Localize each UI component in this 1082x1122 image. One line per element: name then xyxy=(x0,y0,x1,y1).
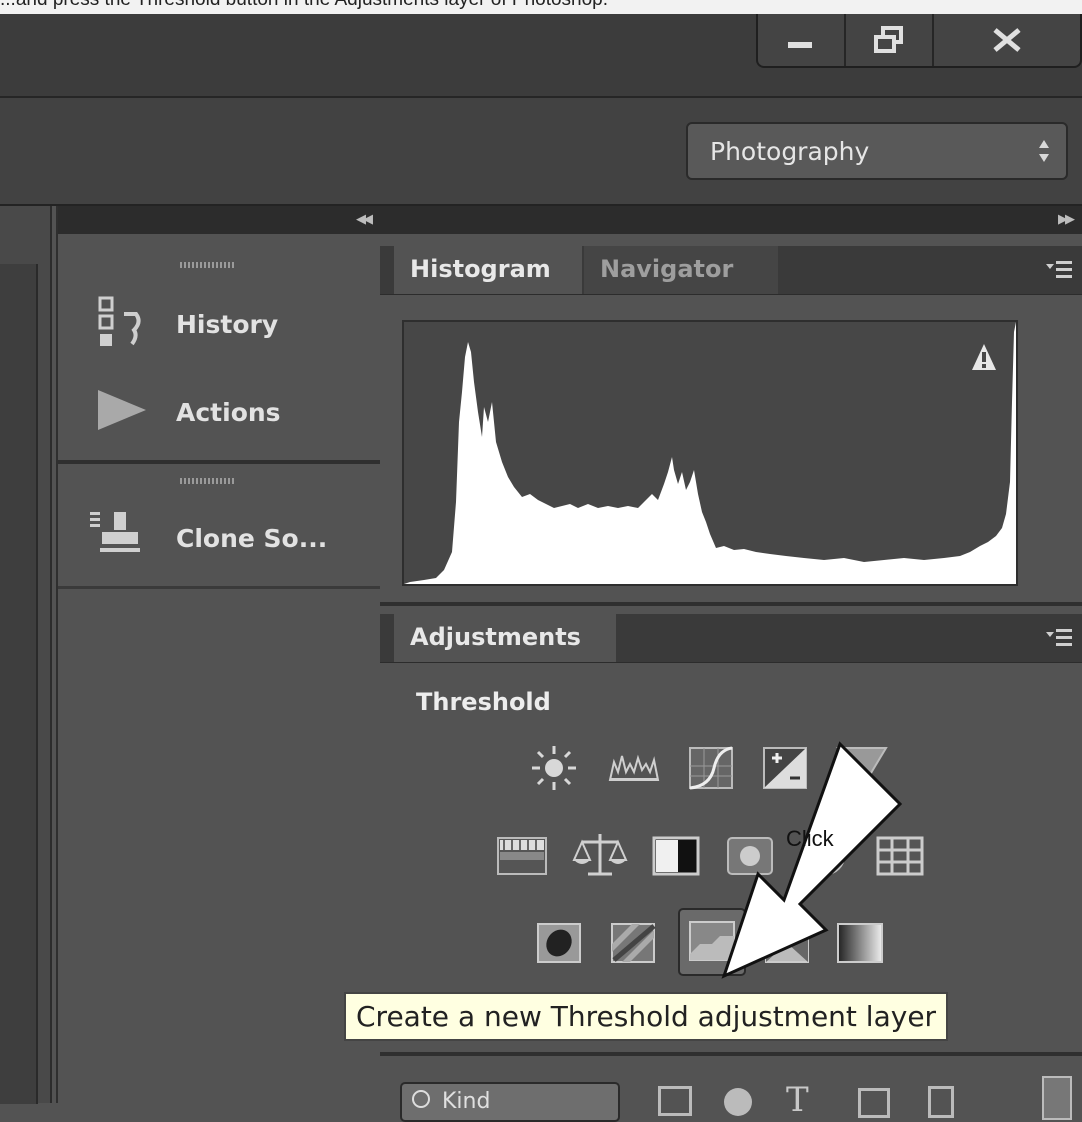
collapsed-panel-dock: ◀◀ History Actions Clone So... xyxy=(56,206,382,1103)
kind-label: Kind xyxy=(442,1089,491,1114)
close-button[interactable] xyxy=(934,14,1080,66)
restore-button[interactable] xyxy=(846,14,934,66)
workspace-dropdown[interactable]: Photography xyxy=(686,122,1068,180)
restore-icon xyxy=(874,26,903,53)
dock-item-history[interactable]: History xyxy=(58,282,380,362)
balance-scale-icon xyxy=(572,834,628,876)
tab-adjustments[interactable]: Adjustments xyxy=(394,614,616,662)
pixel-filter-icon[interactable] xyxy=(658,1086,692,1116)
histogram-panel-tabs: Histogram Navigator xyxy=(380,246,1082,295)
panel-divider xyxy=(380,602,1082,606)
brightness-contrast-button[interactable] xyxy=(526,742,582,794)
black-white-icon xyxy=(652,836,700,876)
invert-button[interactable] xyxy=(532,916,588,968)
posterize-button[interactable] xyxy=(606,916,662,968)
search-icon xyxy=(412,1090,430,1108)
dock-header: ▶▶ xyxy=(380,206,1082,234)
black-white-button[interactable] xyxy=(648,830,704,882)
panel-group-divider xyxy=(58,586,380,589)
canvas-edge xyxy=(0,206,52,1104)
panel-group-grip[interactable] xyxy=(180,478,236,484)
title-bar xyxy=(0,14,1082,98)
smart-object-filter-icon[interactable] xyxy=(928,1086,954,1118)
clone-stamp-icon xyxy=(90,512,140,552)
dock-item-label: Clone So... xyxy=(176,524,328,553)
panel-group-grip[interactable] xyxy=(180,262,236,268)
dock-item-clone-source[interactable]: Clone So... xyxy=(58,496,380,576)
threshold-tooltip: Create a new Threshold adjustment layer xyxy=(344,992,949,1041)
tab-navigator[interactable]: Navigator xyxy=(584,246,778,294)
color-balance-button[interactable] xyxy=(572,830,628,882)
dock-item-actions[interactable]: Actions xyxy=(58,370,380,450)
history-icon xyxy=(98,296,141,346)
options-bar: Photography xyxy=(0,98,1082,206)
invert-icon xyxy=(537,923,581,963)
window-controls xyxy=(756,14,1082,68)
updown-arrows-icon xyxy=(1039,140,1049,162)
histogram-display xyxy=(402,320,1018,586)
levels-icon xyxy=(608,754,660,781)
hue-saturation-button[interactable] xyxy=(494,830,550,882)
minimize-icon xyxy=(788,42,812,48)
levels-button[interactable] xyxy=(606,742,662,794)
minimize-button[interactable] xyxy=(758,14,846,66)
shape-filter-icon[interactable] xyxy=(858,1088,890,1118)
panel-group-divider xyxy=(58,460,380,464)
adjustments-panel-tabs: Adjustments xyxy=(380,614,1082,663)
annotation-label: Click xyxy=(786,826,834,851)
type-filter-icon[interactable]: T xyxy=(786,1080,809,1120)
top-strip-text: ...and press the Threshold button in the… xyxy=(0,0,608,11)
dock-header: ◀◀ xyxy=(58,206,380,234)
posterize-icon xyxy=(611,923,656,963)
close-icon xyxy=(993,28,1021,52)
top-strip: ...and press the Threshold button in the… xyxy=(0,0,1082,14)
brightness-icon xyxy=(532,746,576,790)
histogram-graph xyxy=(404,322,1016,584)
tab-histogram[interactable]: Histogram xyxy=(394,246,582,294)
hue-saturation-icon xyxy=(497,837,547,875)
workspace-value: Photography xyxy=(710,137,870,166)
layer-filter-kind-dropdown[interactable]: Kind xyxy=(400,1082,620,1122)
collapse-left-icon[interactable]: ◀◀ xyxy=(356,212,373,227)
panel-menu-icon[interactable] xyxy=(1046,626,1072,648)
panel-menu-icon[interactable] xyxy=(1046,258,1072,280)
play-icon xyxy=(98,390,146,430)
adjustment-filter-icon[interactable] xyxy=(724,1088,752,1116)
adjustments-heading: Threshold xyxy=(416,688,551,716)
dock-item-label: Actions xyxy=(176,398,281,427)
filter-toggle[interactable] xyxy=(1042,1076,1072,1120)
document-window-edge xyxy=(0,264,38,1104)
dock-item-label: History xyxy=(176,310,279,339)
expand-right-icon[interactable]: ▶▶ xyxy=(1058,212,1075,227)
panel-divider xyxy=(380,1052,1082,1056)
